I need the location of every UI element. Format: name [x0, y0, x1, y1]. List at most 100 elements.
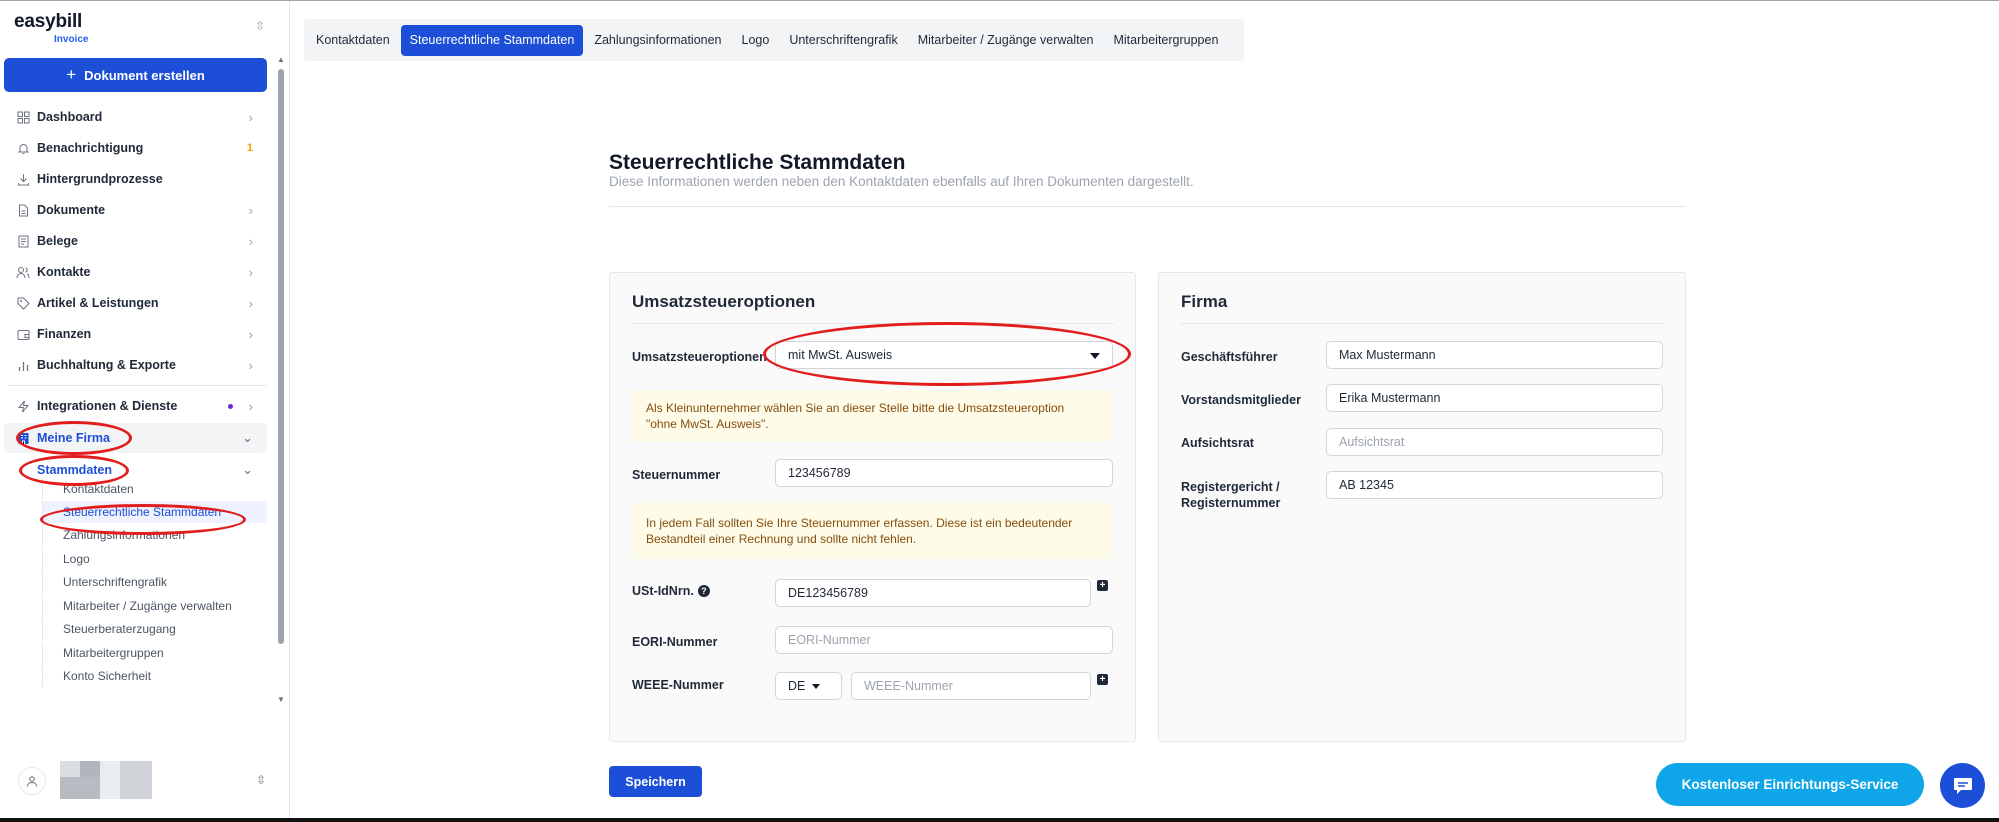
vat-option-label: Umsatzsteueroptionen: [632, 350, 767, 364]
chevron-updown-icon[interactable]: ⇳: [255, 19, 265, 33]
chevron-right-icon: ›: [248, 202, 253, 218]
sidebar-item-integrations[interactable]: Integrationen & Dienste ›: [4, 391, 267, 421]
managing-director-input[interactable]: Max Mustermann: [1326, 341, 1663, 369]
sidebar-item-contacts[interactable]: Kontakte ›: [4, 257, 267, 287]
caret-down-icon: [1090, 353, 1100, 359]
chevron-updown-icon[interactable]: ⇳: [256, 773, 266, 787]
chevron-down-icon: ⌄: [242, 462, 253, 477]
sidebar-item-dashboard[interactable]: Dashboard ›: [4, 102, 267, 132]
document-icon: [15, 202, 31, 218]
chevron-right-icon: ›: [248, 295, 253, 311]
add-vat-id-icon[interactable]: +: [1097, 580, 1108, 591]
sub-item-employee-groups[interactable]: Mitarbeitergruppen: [42, 642, 267, 664]
avatar: [18, 767, 46, 795]
vat-option-select[interactable]: mit MwSt. Ausweis: [775, 341, 1113, 369]
sidebar-item-documents[interactable]: Dokumente ›: [4, 195, 267, 225]
sidebar-scrollbar[interactable]: [278, 69, 284, 644]
sub-item-tax-master-data[interactable]: Steuerrechtliche Stammdaten: [42, 501, 267, 523]
chevron-down-icon: ⌄: [242, 430, 253, 445]
sidebar-item-label: Belege: [37, 234, 78, 248]
tax-number-hint: In jedem Fall sollten Sie Ihre Steuernum…: [632, 503, 1112, 559]
tab-logo[interactable]: Logo: [733, 25, 779, 56]
weee-country-select[interactable]: DE: [775, 672, 842, 700]
vat-id-label-text: USt-IdNrn.: [632, 584, 694, 598]
sidebar-item-receipts[interactable]: Belege ›: [4, 226, 267, 256]
chat-button[interactable]: [1940, 763, 1985, 808]
sub-item-signature[interactable]: Unterschriftengrafik: [42, 571, 267, 593]
sidebar-item-label: Buchhaltung & Exporte: [37, 358, 176, 372]
managing-director-label: Geschäftsführer: [1181, 350, 1278, 364]
page-title: Steuerrechtliche Stammdaten: [609, 151, 906, 174]
grid-icon: [15, 109, 31, 125]
register-label: Registergericht / Registernummer: [1181, 480, 1281, 510]
sidebar-item-my-company[interactable]: Meine Firma ⌄: [4, 423, 267, 453]
sidebar-item-notifications[interactable]: Benachrichtigung 1: [4, 133, 267, 163]
sidebar-item-label: Kontakte: [37, 265, 91, 279]
sidebar-item-label: Hintergrundprozesse: [37, 172, 163, 186]
tax-number-input[interactable]: 123456789: [775, 459, 1113, 487]
sub-item-account-security[interactable]: Konto Sicherheit: [42, 665, 267, 687]
wallet-icon: [15, 326, 31, 342]
add-weee-icon[interactable]: +: [1097, 674, 1108, 685]
card-title: Umsatzsteueroptionen: [632, 292, 816, 311]
plus-icon: +: [66, 65, 77, 84]
vat-id-input[interactable]: DE123456789: [775, 579, 1091, 607]
brand-logo[interactable]: easybill Invoice: [14, 11, 88, 45]
help-icon[interactable]: ?: [697, 585, 710, 597]
save-button[interactable]: Speichern: [609, 766, 702, 797]
supervisory-board-input[interactable]: Aufsichtsrat: [1326, 428, 1663, 456]
scroll-up-arrow[interactable]: ▲: [277, 55, 285, 64]
eori-label: EORI-Nummer: [632, 635, 718, 649]
tab-payment-info[interactable]: Zahlungsinformationen: [585, 25, 730, 56]
divider: [1181, 323, 1664, 324]
create-document-button[interactable]: + Dokument erstellen: [4, 58, 267, 92]
eori-input[interactable]: EORI-Nummer: [775, 626, 1113, 654]
chevron-right-icon: ›: [248, 233, 253, 249]
tab-tax-master-data[interactable]: Steuerrechtliche Stammdaten: [400, 24, 584, 56]
sidebar-item-label: Finanzen: [37, 327, 92, 341]
lightning-icon: [15, 398, 31, 414]
sidebar-item-finances[interactable]: Finanzen ›: [4, 319, 267, 349]
sidebar-item-articles[interactable]: Artikel & Leistungen ›: [4, 288, 267, 318]
board-members-input[interactable]: Erika Mustermann: [1326, 384, 1663, 412]
sidebar-item-label: Dashboard: [37, 110, 103, 124]
status-dot: [228, 404, 233, 409]
tab-signature[interactable]: Unterschriftengrafik: [780, 25, 906, 56]
sub-item-kontaktdaten[interactable]: Kontaktdaten: [42, 478, 267, 500]
download-icon: [15, 171, 31, 187]
chevron-right-icon: ›: [248, 264, 253, 280]
create-document-label: Dokument erstellen: [84, 67, 205, 83]
small-business-hint: Als Kleinunternehmer wählen Sie an diese…: [632, 390, 1112, 442]
sidebar-item-label: Stammdaten: [37, 463, 113, 477]
chevron-right-icon: ›: [248, 109, 253, 125]
sub-item-employees[interactable]: Mitarbeiter / Zugänge verwalten: [42, 595, 267, 617]
weee-country-value: DE: [788, 679, 806, 693]
scroll-down-arrow[interactable]: ▼: [277, 695, 285, 704]
card-title: Firma: [1181, 292, 1228, 311]
tab-employees[interactable]: Mitarbeiter / Zugänge verwalten: [909, 25, 1103, 56]
chevron-right-icon: ›: [248, 357, 253, 373]
vat-id-label: USt-IdNrn.?: [632, 583, 710, 599]
register-input[interactable]: AB 12345: [1326, 471, 1663, 499]
settings-tabs: Kontaktdaten Steuerrechtliche Stammdaten…: [304, 19, 1244, 61]
users-icon: [15, 264, 31, 280]
caret-down-icon: [812, 683, 821, 689]
chevron-right-icon: ›: [248, 398, 253, 414]
sidebar: easybill Invoice ⇳ + Dokument erstellen …: [0, 1, 290, 818]
sub-item-tax-advisor[interactable]: Steuerberaterzugang: [42, 618, 267, 640]
supervisory-board-label: Aufsichtsrat: [1181, 436, 1254, 450]
setup-service-button[interactable]: Kostenloser Einrichtungs-Service: [1656, 763, 1924, 806]
sidebar-item-background-processes[interactable]: Hintergrundprozesse: [4, 164, 267, 194]
sidebar-item-label: Artikel & Leistungen: [37, 296, 159, 310]
user-menu[interactable]: ⇳: [0, 753, 289, 809]
sub-item-logo[interactable]: Logo: [42, 548, 267, 570]
redacted-user-name: [60, 777, 100, 799]
divider: [609, 206, 1686, 207]
sub-item-payment-info[interactable]: Zahlungsinformationen: [42, 524, 267, 546]
sidebar-item-accounting[interactable]: Buchhaltung & Exporte ›: [4, 350, 267, 380]
tab-kontaktdaten[interactable]: Kontaktdaten: [307, 25, 399, 56]
sidebar-item-label: Meine Firma: [37, 431, 110, 445]
chat-icon: [1953, 777, 1972, 794]
tab-employee-groups[interactable]: Mitarbeitergruppen: [1104, 25, 1227, 56]
weee-number-input[interactable]: WEEE-Nummer: [851, 672, 1091, 700]
